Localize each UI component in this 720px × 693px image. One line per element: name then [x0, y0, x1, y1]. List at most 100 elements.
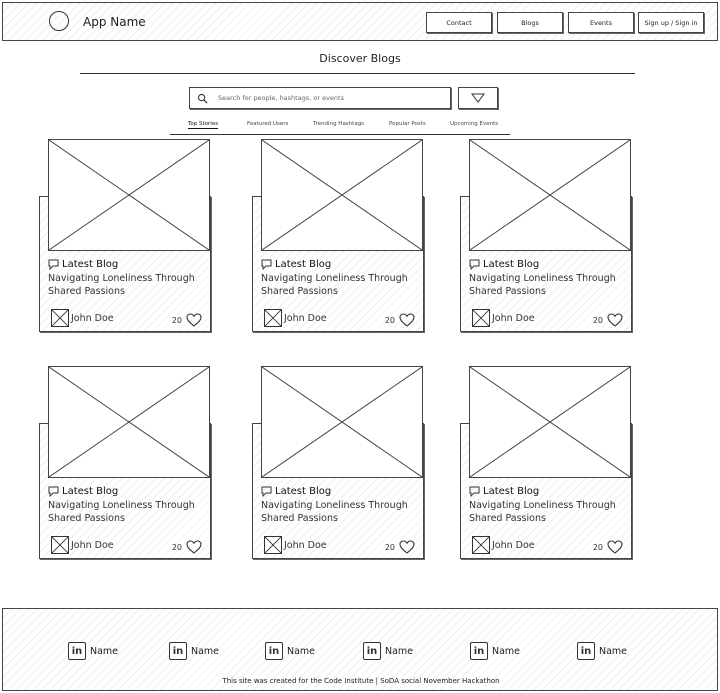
- heart-icon[interactable]: [607, 540, 623, 554]
- linkedin-icon: in: [169, 642, 187, 660]
- card-type-label: Latest Blog: [483, 258, 540, 270]
- author-name: John Doe: [492, 312, 535, 324]
- comment-icon: [48, 486, 59, 497]
- heart-icon[interactable]: [399, 313, 415, 327]
- card-author[interactable]: John Doe: [472, 309, 535, 327]
- blog-card[interactable]: Latest Blog Navigating Loneliness Throug…: [39, 139, 211, 332]
- heart-icon[interactable]: [186, 313, 202, 327]
- search-input[interactable]: [218, 91, 446, 105]
- card-image-placeholder: [469, 139, 631, 251]
- social-name: Name: [385, 645, 414, 657]
- linkedin-icon: in: [363, 642, 381, 660]
- card-type: Latest Blog: [261, 257, 331, 271]
- heart-icon[interactable]: [186, 540, 202, 554]
- comment-icon: [469, 259, 480, 270]
- card-title[interactable]: Navigating Loneliness Through Shared Pas…: [469, 272, 629, 298]
- like-count: 20: [171, 542, 182, 552]
- card-likes: 20: [593, 313, 623, 327]
- avatar: [472, 309, 490, 327]
- page-title: Discover Blogs: [319, 52, 401, 65]
- card-image-placeholder: [469, 366, 631, 478]
- card-likes: 20: [385, 313, 415, 327]
- card-image-placeholder: [261, 139, 423, 251]
- card-type-label: Latest Blog: [483, 485, 540, 497]
- blog-card[interactable]: Latest Blog Navigating Loneliness Throug…: [460, 366, 632, 559]
- social-link[interactable]: in Name: [363, 642, 413, 660]
- social-link[interactable]: in Name: [265, 642, 315, 660]
- linkedin-icon: in: [577, 642, 595, 660]
- search-box[interactable]: [189, 87, 451, 109]
- nav-contact-button[interactable]: Contact: [426, 12, 492, 33]
- app-name[interactable]: App Name: [83, 15, 146, 29]
- heart-icon[interactable]: [607, 313, 623, 327]
- nav-blogs-button[interactable]: Blogs: [497, 12, 563, 33]
- author-name: John Doe: [71, 539, 114, 551]
- card-type-label: Latest Blog: [62, 258, 119, 270]
- blog-card[interactable]: Latest Blog Navigating Loneliness Throug…: [460, 139, 632, 332]
- card-title[interactable]: Navigating Loneliness Through Shared Pas…: [469, 499, 629, 525]
- card-title[interactable]: Navigating Loneliness Through Shared Pas…: [261, 272, 421, 298]
- like-count: 20: [592, 315, 603, 325]
- tab-top-stories[interactable]: Top Stories: [188, 121, 219, 129]
- social-link[interactable]: in Name: [68, 642, 118, 660]
- card-image-placeholder: [48, 139, 210, 251]
- nav-signin-button[interactable]: Sign up / Sign in: [638, 12, 704, 33]
- linkedin-icon: in: [470, 642, 488, 660]
- card-type: Latest Blog: [261, 484, 331, 498]
- author-name: John Doe: [492, 539, 535, 551]
- footer-credit: This site was created for the Code Insti…: [222, 677, 500, 685]
- avatar: [51, 309, 69, 327]
- content-tabs: Top Stories Featured Users Trending Hash…: [170, 119, 510, 135]
- card-type: Latest Blog: [469, 484, 539, 498]
- blog-card[interactable]: Latest Blog Navigating Loneliness Throug…: [252, 366, 424, 559]
- card-author[interactable]: John Doe: [264, 309, 327, 327]
- card-image-placeholder: [48, 366, 210, 478]
- tab-upcoming-events[interactable]: Upcoming Events: [450, 121, 498, 127]
- social-link[interactable]: in Name: [169, 642, 219, 660]
- social-link[interactable]: in Name: [577, 642, 627, 660]
- card-title[interactable]: Navigating Loneliness Through Shared Pas…: [48, 499, 208, 525]
- card-likes: 20: [385, 540, 415, 554]
- tab-popular-posts[interactable]: Popular Posts: [389, 121, 426, 127]
- nav-events-button[interactable]: Events: [568, 12, 634, 33]
- blog-card[interactable]: Latest Blog Navigating Loneliness Throug…: [252, 139, 424, 332]
- card-title[interactable]: Navigating Loneliness Through Shared Pas…: [261, 499, 421, 525]
- comment-icon: [261, 486, 272, 497]
- card-author[interactable]: John Doe: [51, 309, 114, 327]
- linkedin-icon: in: [265, 642, 283, 660]
- card-image-placeholder: [261, 366, 423, 478]
- site-footer: in Name in Name in Name in Name in Name …: [2, 608, 718, 691]
- like-count: 20: [384, 542, 395, 552]
- author-name: John Doe: [284, 539, 327, 551]
- filter-icon: [471, 93, 485, 103]
- avatar: [264, 309, 282, 327]
- search-icon: [197, 93, 208, 104]
- card-likes: 20: [172, 540, 202, 554]
- author-name: John Doe: [71, 312, 114, 324]
- comment-icon: [469, 486, 480, 497]
- comment-icon: [261, 259, 272, 270]
- like-count: 20: [384, 315, 395, 325]
- social-name: Name: [287, 645, 316, 657]
- card-author[interactable]: John Doe: [51, 536, 114, 554]
- like-count: 20: [171, 315, 182, 325]
- social-link[interactable]: in Name: [470, 642, 520, 660]
- social-name: Name: [90, 645, 119, 657]
- card-author[interactable]: John Doe: [472, 536, 535, 554]
- like-count: 20: [592, 542, 603, 552]
- blog-card[interactable]: Latest Blog Navigating Loneliness Throug…: [39, 366, 211, 559]
- card-title[interactable]: Navigating Loneliness Through Shared Pas…: [48, 272, 208, 298]
- heart-icon[interactable]: [399, 540, 415, 554]
- tab-featured-users[interactable]: Featured Users: [247, 121, 288, 127]
- tab-trending-hashtags[interactable]: Trending Hashtags: [313, 121, 364, 127]
- author-name: John Doe: [284, 312, 327, 324]
- card-type: Latest Blog: [469, 257, 539, 271]
- comment-icon: [48, 259, 59, 270]
- card-type-label: Latest Blog: [62, 485, 119, 497]
- filter-button[interactable]: [458, 87, 498, 109]
- card-likes: 20: [593, 540, 623, 554]
- card-author[interactable]: John Doe: [264, 536, 327, 554]
- avatar: [51, 536, 69, 554]
- social-name: Name: [492, 645, 521, 657]
- logo-icon[interactable]: [49, 11, 69, 31]
